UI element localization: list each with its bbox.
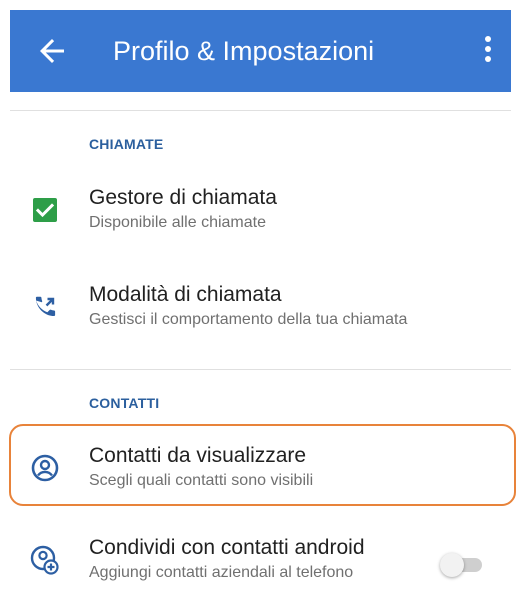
setting-title: Modalità di chiamata	[89, 283, 282, 306]
account-circle-icon	[31, 454, 59, 482]
more-vert-icon[interactable]	[481, 36, 495, 66]
setting-subtitle: Disponibile alle chiamate	[89, 214, 266, 231]
setting-title: Gestore di chiamata	[89, 186, 277, 209]
divider	[10, 369, 511, 370]
toggle-knob	[440, 553, 464, 577]
section-header-contacts: CONTATTI	[89, 395, 160, 411]
setting-subtitle: Aggiungi contatti aziendali al telefono	[89, 564, 354, 581]
setting-call-mode[interactable]: Modalità di chiamata Gestisci il comport…	[10, 275, 511, 345]
checkbox-checked-icon[interactable]	[29, 194, 61, 226]
setting-call-manager[interactable]: Gestore di chiamata Disponibile alle chi…	[10, 178, 511, 248]
arrow-back-icon[interactable]	[34, 33, 70, 69]
app-bar: Profilo & Impostazioni	[10, 10, 511, 92]
page-title: Profilo & Impostazioni	[113, 36, 375, 66]
call-forward-icon	[35, 296, 56, 316]
setting-share-contacts[interactable]: Condividi con contatti android Aggiungi …	[10, 528, 511, 598]
setting-contacts-display[interactable]: Contatti da visualizzare Scegli quali co…	[10, 436, 511, 506]
setting-subtitle: Gestisci il comportamento della tua chia…	[89, 311, 408, 328]
setting-subtitle: Scegli quali contatti sono visibili	[89, 472, 314, 489]
setting-title: Condividi con contatti android	[89, 536, 365, 559]
setting-title: Contatti da visualizzare	[89, 444, 307, 467]
share-contacts-toggle[interactable]	[440, 553, 486, 577]
divider	[10, 110, 511, 111]
section-header-calls: CHIAMATE	[89, 136, 164, 152]
contact-add-icon	[30, 545, 59, 575]
